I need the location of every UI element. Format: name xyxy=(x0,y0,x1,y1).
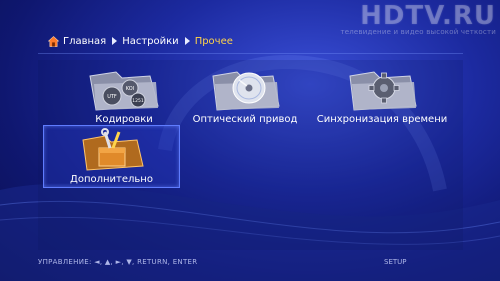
disc-icon xyxy=(212,71,280,111)
footer-hint: УПРАВЛЕНИЕ: ◄, ▲, ►, ▼, RETURN, ENTER xyxy=(38,258,198,266)
breadcrumb-separator-icon xyxy=(184,37,190,45)
setup-label: SETUP xyxy=(384,258,407,266)
encoding-icon: UTF KOI 1251 xyxy=(89,71,159,111)
home-icon[interactable] xyxy=(48,35,59,47)
tile-advanced[interactable]: Дополнительно xyxy=(43,125,180,188)
tile-encoding[interactable]: UTF KOI 1251 Кодировки xyxy=(70,66,178,125)
breadcrumb: Главная Настройки Прочее xyxy=(48,33,233,49)
svg-text:KOI: KOI xyxy=(126,86,134,92)
tile-label: Кодировки xyxy=(95,114,153,125)
tile-label: Дополнительно xyxy=(70,174,153,185)
svg-text:1251: 1251 xyxy=(132,98,144,104)
watermark-logo: HDTV.RU xyxy=(360,1,496,31)
tile-label: Синхронизация времени xyxy=(316,114,448,125)
tile-time-sync[interactable]: Синхронизация времени xyxy=(312,66,452,125)
breadcrumb-separator-icon xyxy=(112,37,118,45)
tile-optical-drive[interactable]: Оптический привод xyxy=(190,66,300,125)
watermark-subtitle: телевидение и видео высокой четкости xyxy=(340,28,496,36)
breadcrumb-home[interactable]: Главная xyxy=(63,36,106,47)
breadcrumb-settings[interactable]: Настройки xyxy=(122,36,178,47)
divider xyxy=(38,53,463,54)
gear-icon xyxy=(349,71,417,111)
tile-label: Оптический привод xyxy=(192,114,298,125)
toolbox-icon xyxy=(81,128,144,171)
svg-text:UTF: UTF xyxy=(107,94,117,100)
watermark: HDTV.RU телевидение и видео высокой четк… xyxy=(340,2,496,36)
breadcrumb-current: Прочее xyxy=(194,35,233,47)
